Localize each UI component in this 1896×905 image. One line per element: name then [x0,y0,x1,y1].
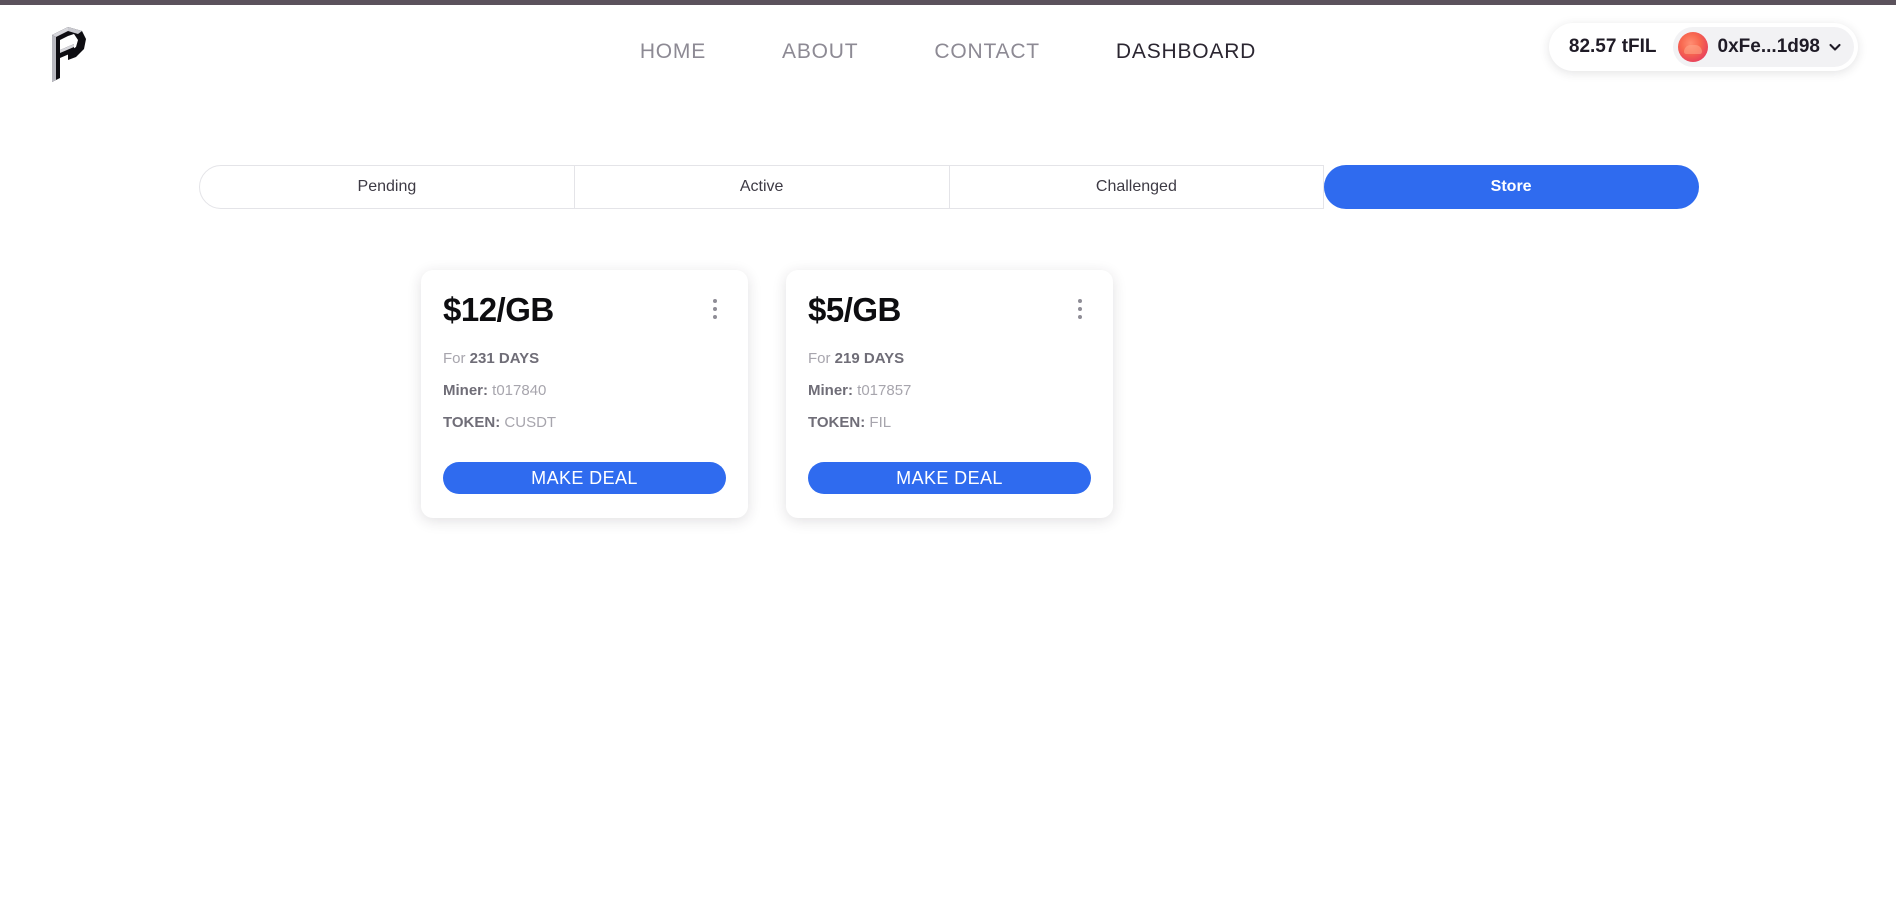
nav-item-about[interactable]: ABOUT [772,34,868,70]
offer-miner-value: t017857 [857,382,912,400]
wallet-widget[interactable]: 82.57 tFIL 0xFe...1d98 [1548,23,1858,71]
tab-active[interactable]: Active [574,165,950,209]
offer-card-header: $5/GB [808,291,1091,328]
offer-card-header: $12/GB [443,291,726,328]
page-root: HOME ABOUT CONTACT DASHBOARD 82.57 tFIL … [0,0,1896,905]
nav-item-home[interactable]: HOME [630,34,716,70]
offer-duration-value: 231 DAYS [469,350,540,368]
kebab-dot [1078,307,1082,311]
offer-token-value: CUSDT [504,414,557,432]
offer-miner-value: t017840 [492,382,547,400]
wallet-blockie-avatar [1677,32,1708,62]
tab-pending[interactable]: Pending [199,165,575,209]
offer-token: TOKEN: FIL [808,414,1091,432]
kebab-dot [713,299,717,303]
wallet-account-button[interactable]: 0xFe...1d98 [1672,27,1854,67]
wallet-address: 0xFe...1d98 [1717,36,1820,57]
nav-item-contact[interactable]: CONTACT [924,34,1050,70]
tab-challenged[interactable]: Challenged [949,165,1325,209]
tab-store[interactable]: Store [1324,165,1699,209]
offer-price: $12/GB [443,291,554,328]
offer-token-label: TOKEN: [443,414,501,432]
kebab-dot [1078,315,1082,319]
kebab-dot [713,315,717,319]
offer-price: $5/GB [808,291,901,328]
offer-duration: For 231 DAYS [443,350,726,368]
wallet-balance: 82.57 tFIL [1568,36,1657,57]
nav-item-dashboard[interactable]: DASHBOARD [1106,34,1266,70]
card-kebab-menu[interactable] [704,296,726,322]
make-deal-button[interactable]: MAKE DEAL [808,462,1091,495]
offer-miner: Miner: t017857 [808,382,1091,400]
site-header: HOME ABOUT CONTACT DASHBOARD 82.57 tFIL … [0,5,1896,98]
store-offer-list: $12/GB For 231 DAYS Miner: t017840 TOKEN… [421,270,1113,519]
offer-duration-prefix: For [443,350,466,368]
offer-duration-prefix: For [808,350,831,368]
chevron-down-icon[interactable] [1828,40,1842,54]
offer-duration: For 219 DAYS [808,350,1091,368]
kebab-dot [713,307,717,311]
offer-token-label: TOKEN: [808,414,866,432]
offer-miner-label: Miner: [808,382,853,400]
card-kebab-menu[interactable] [1069,296,1091,322]
offer-card[interactable]: $12/GB For 231 DAYS Miner: t017840 TOKEN… [421,270,748,519]
offer-miner-label: Miner: [443,382,488,400]
offer-card[interactable]: $5/GB For 219 DAYS Miner: t017857 TOKEN:… [786,270,1113,519]
deal-status-tabs: Pending Active Challenged Store [199,165,1699,209]
offer-token-value: FIL [869,414,892,432]
kebab-dot [1078,299,1082,303]
offer-token: TOKEN: CUSDT [443,414,726,432]
make-deal-button[interactable]: MAKE DEAL [443,462,726,495]
offer-duration-value: 219 DAYS [834,350,905,368]
offer-miner: Miner: t017840 [443,382,726,400]
